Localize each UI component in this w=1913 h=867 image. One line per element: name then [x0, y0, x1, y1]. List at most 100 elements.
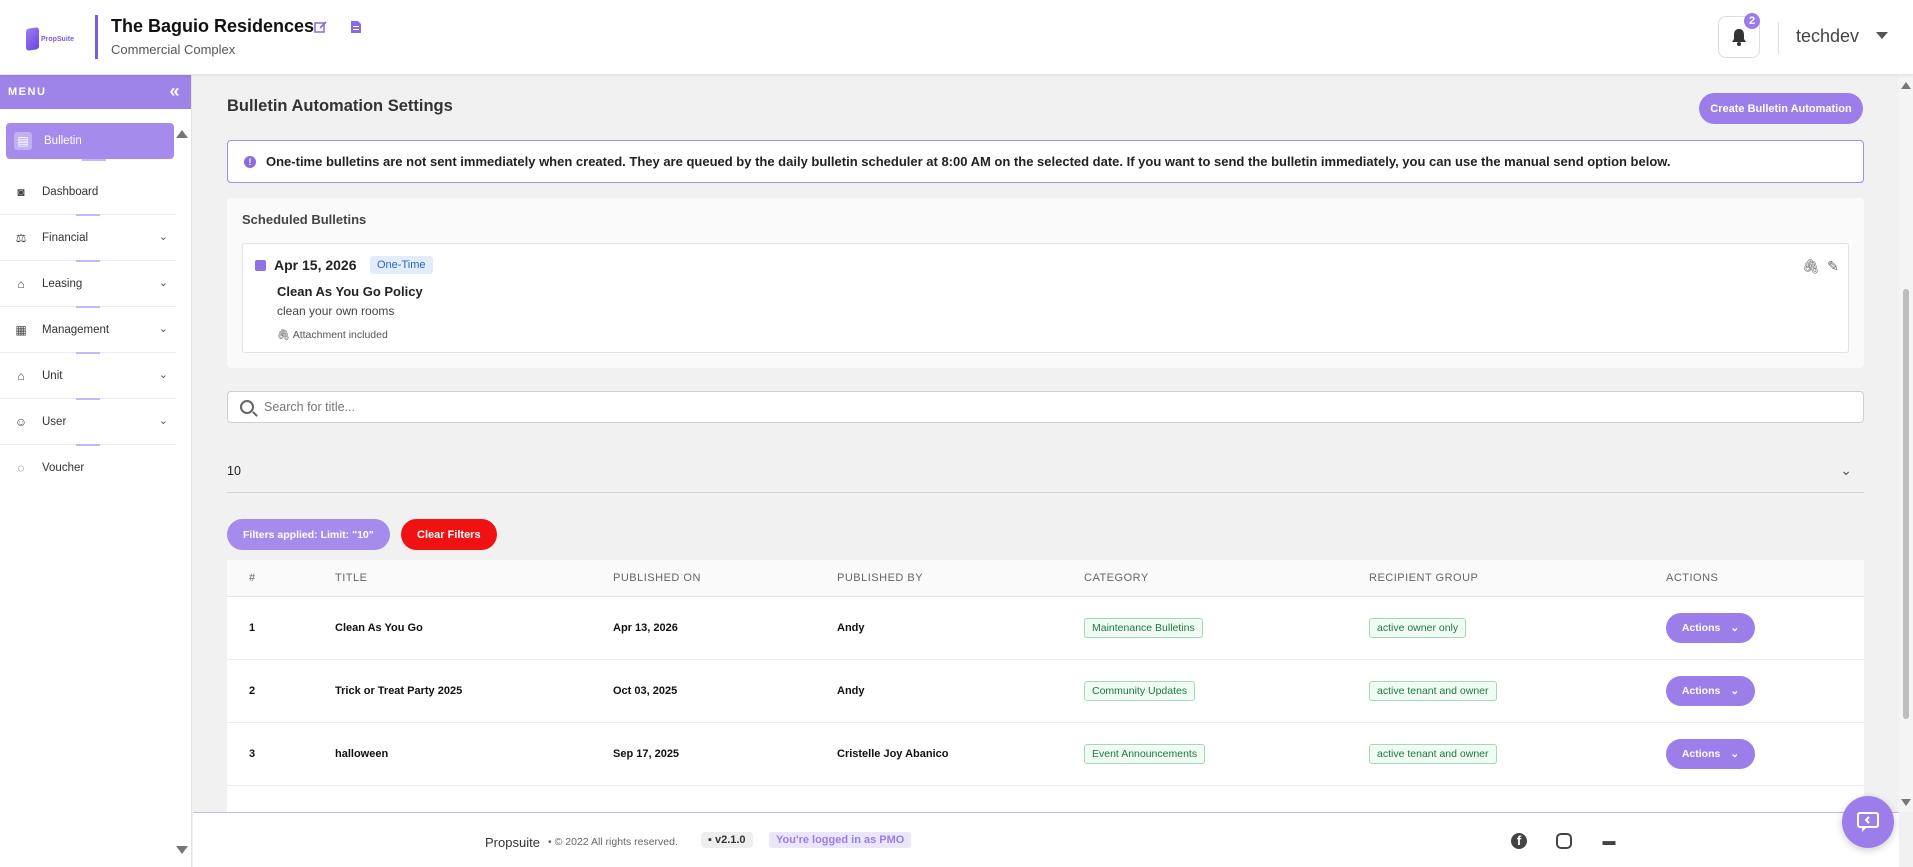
row-number: 1 — [249, 622, 256, 634]
sidebar-item-bulletin[interactable]: ▤ Bulletin — [6, 123, 174, 161]
property-name: The Baguio Residences — [111, 16, 315, 36]
clear-filters-button[interactable]: Clear Filters — [401, 519, 497, 550]
sidebar-scroll-up-icon[interactable] — [176, 130, 188, 138]
actions-dropdown-button[interactable]: Actions ⌄ — [1666, 676, 1755, 706]
management-icon: ▦ — [15, 322, 27, 337]
username-label[interactable]: techdev — [1796, 26, 1859, 47]
attachment-note: 🖇 Attachment included — [277, 328, 388, 341]
sidebar-item-voucher[interactable]: ◌ Voucher — [0, 445, 176, 491]
login-status-badge: You're logged in as PMO — [769, 832, 912, 848]
column-header: # — [249, 572, 256, 584]
chevron-down-icon: ⌄ — [158, 277, 168, 289]
header-separator — [1778, 22, 1779, 54]
sidebar-item-label: User — [42, 415, 67, 428]
create-bulletin-automation-button[interactable]: Create Bulletin Automation — [1699, 93, 1863, 124]
sidebar-item-label: Unit — [42, 369, 63, 382]
column-header: RECIPIENT GROUP — [1369, 572, 1479, 584]
sidebar-item-label: Financial — [42, 231, 89, 244]
logo-text: PropSuite — [40, 35, 74, 43]
user-menu-caret-icon[interactable] — [1876, 32, 1888, 39]
sidebar-item-label: Bulletin — [44, 135, 82, 147]
instagram-icon[interactable] — [1556, 833, 1572, 849]
sidebar-item-label: Dashboard — [42, 185, 99, 198]
footer-brand: Propsuite — [485, 835, 540, 850]
actions-dropdown-button[interactable]: Actions ⌄ — [1666, 613, 1755, 643]
sidebar-item-financial[interactable]: ⚖ Financial ⌄ — [0, 215, 176, 262]
menu-header: MENU « — [0, 75, 191, 109]
row-published-on: Oct 03, 2025 — [613, 685, 678, 697]
search-bar — [227, 391, 1864, 423]
unit-icon: ⌂ — [17, 368, 25, 383]
bulletins-table: # TITLE PUBLISHED ON PUBLISHED BY CATEGO… — [227, 560, 1864, 812]
nav-divider-tick — [82, 159, 106, 161]
column-header: ACTIONS — [1666, 572, 1719, 584]
header-divider — [95, 15, 98, 59]
copyright-text: © 2022 All rights reserved. — [554, 836, 678, 848]
scheduled-bulletin-name: Clean As You Go Policy — [277, 284, 423, 299]
row-title: halloween — [335, 748, 389, 760]
calendar-icon — [255, 260, 266, 271]
sidebar-item-dashboard[interactable]: ◙ Dashboard — [0, 169, 176, 216]
chevron-down-icon: ⌄ — [1730, 748, 1740, 760]
category-tag: Maintenance Bulletins — [1084, 618, 1203, 638]
user-icon: ☺ — [14, 414, 28, 429]
propsuite-logo[interactable]: PropSuite — [26, 22, 74, 56]
sidebar-item-leasing[interactable]: ⌂ Leasing ⌄ — [0, 261, 176, 308]
column-header: PUBLISHED ON — [613, 572, 701, 584]
menu-label: MENU — [8, 86, 47, 98]
scroll-up-icon[interactable] — [1901, 82, 1911, 89]
sidebar-item-label: Voucher — [42, 462, 85, 474]
footer-copyright: • © 2022 All rights reserved. — [548, 836, 678, 848]
actions-dropdown-button[interactable]: Actions ⌄ — [1666, 739, 1755, 769]
paperclip-icon: 🖇 — [277, 329, 291, 341]
notification-count-badge: 2 — [1744, 13, 1760, 29]
info-icon: ! — [244, 155, 256, 168]
row-published-by: Cristelle Joy Abanico — [837, 748, 949, 760]
row-published-on: Apr 13, 2026 — [613, 622, 678, 634]
chevron-down-icon: ⌄ — [158, 231, 168, 243]
sidebar-item-unit[interactable]: ⌂ Unit ⌄ — [0, 353, 176, 400]
scroll-down-icon[interactable] — [1901, 799, 1911, 806]
scheduled-bulletins-panel: Scheduled Bulletins Apr 15, 2026 One-Tim… — [227, 198, 1864, 368]
leasing-icon: ⌂ — [17, 276, 25, 291]
sidebar-item-label: Leasing — [42, 277, 83, 290]
chevron-down-icon: ⌄ — [1730, 685, 1740, 697]
category-tag: Event Announcements — [1084, 744, 1206, 764]
chevron-down-icon: ⌄ — [1840, 462, 1852, 478]
page-title: Bulletin Automation Settings — [227, 97, 453, 115]
row-published-by: Andy — [837, 622, 865, 634]
collapse-sidebar-icon[interactable]: « — [169, 81, 181, 101]
edit-scheduled-icon[interactable]: ✎ — [1825, 258, 1841, 274]
search-input[interactable] — [264, 400, 1764, 414]
chevron-down-icon: ⌄ — [158, 369, 168, 381]
sidebar-item-user[interactable]: ☺ User ⌄ — [0, 399, 176, 446]
table-row: 2 Trick or Treat Party 2025 Oct 03, 2025… — [227, 660, 1864, 723]
sidebar-item-management[interactable]: ▦ Management ⌄ — [0, 307, 176, 354]
edit-property-icon[interactable] — [313, 19, 329, 35]
filters-applied-pill: Filters applied: Limit: "10" — [227, 519, 390, 550]
recipient-group-tag: active owner only — [1369, 618, 1467, 638]
page-scrollbar[interactable] — [1899, 75, 1913, 812]
scheduled-date: Apr 15, 2026 — [274, 257, 357, 273]
facebook-icon[interactable]: f — [1511, 833, 1527, 849]
table-row: 3 halloween Sep 17, 2025 Cristelle Joy A… — [227, 723, 1864, 786]
scheduled-bulletins-title: Scheduled Bulletins — [242, 212, 367, 227]
info-alert: ! One-time bulletins are not sent immedi… — [227, 140, 1864, 183]
table-row-partial — [227, 786, 1864, 812]
recipient-group-tag: active tenant and owner — [1369, 744, 1497, 764]
column-header: TITLE — [335, 572, 368, 584]
scroll-thumb[interactable] — [1903, 289, 1909, 719]
logo-cube-icon — [26, 27, 39, 51]
document-icon[interactable] — [348, 19, 364, 35]
sidebar-scroll-down-icon[interactable] — [176, 846, 188, 854]
limit-select[interactable]: 10 ⌄ — [227, 458, 1864, 493]
row-title: Clean As You Go — [335, 622, 423, 634]
message-icon[interactable]: ▬ — [1601, 833, 1617, 849]
top-header: PropSuite The Baguio Residences Commerci… — [0, 0, 1913, 75]
chat-support-button[interactable] — [1842, 796, 1894, 848]
chat-icon — [1857, 812, 1879, 832]
main-content: Bulletin Automation Settings Create Bull… — [193, 75, 1899, 812]
attachment-link-icon[interactable]: 🖇 — [1802, 258, 1820, 274]
table-row: 1 Clean As You Go Apr 13, 2026 Andy Main… — [227, 597, 1864, 660]
footer: Propsuite • © 2022 All rights reserved. … — [193, 812, 1899, 867]
